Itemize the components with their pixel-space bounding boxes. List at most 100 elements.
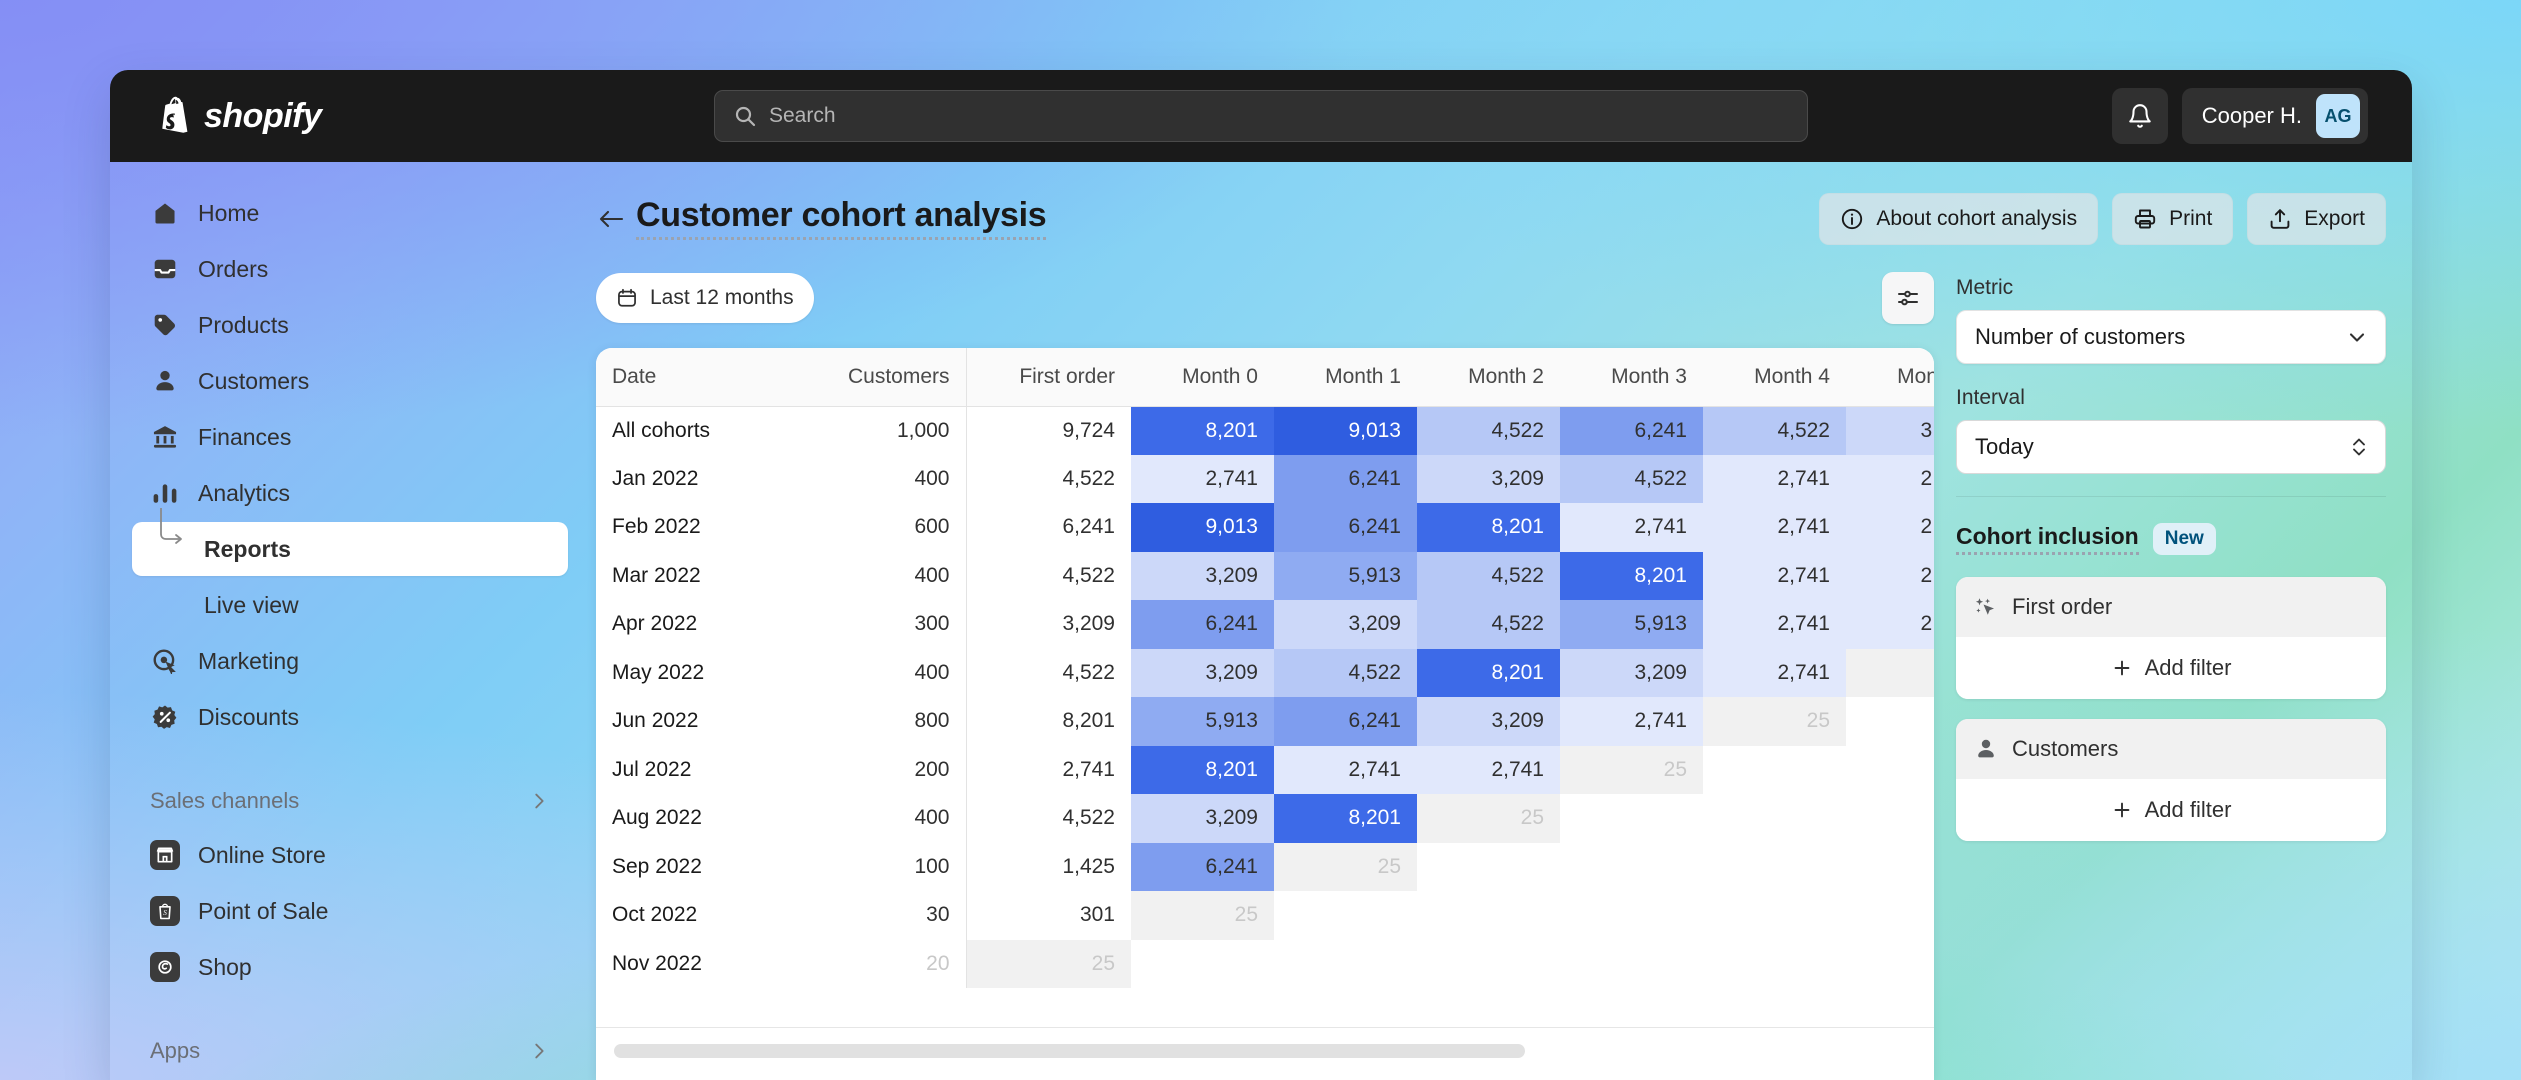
table-row[interactable]: Sep 2022 100 1,425 6,241 25 <box>596 842 1934 892</box>
discount-icon <box>150 702 180 732</box>
sidebar-item-shop[interactable]: Shop <box>132 940 568 994</box>
filter-card-title: Customers <box>2012 736 2119 761</box>
search-input[interactable]: Search <box>714 90 1808 142</box>
table-row[interactable]: Oct 2022 30 301 25 <box>596 891 1934 940</box>
cell-month-0: 6,241 <box>1131 600 1274 649</box>
scrollbar-thumb[interactable] <box>614 1044 1526 1058</box>
sidebar-section-apps[interactable]: Apps <box>132 1024 568 1078</box>
action-label: Export <box>2304 207 2365 230</box>
sidebar-item-products[interactable]: Products <box>132 298 568 352</box>
col-header-month-3[interactable]: Month 3 <box>1560 348 1703 407</box>
sidebar-item-label: Point of Sale <box>198 897 329 924</box>
notifications-button[interactable] <box>2111 88 2168 144</box>
interval-select[interactable]: Today <box>1956 420 2386 474</box>
cell-month-5: 2,741 <box>1846 454 1934 503</box>
back-button[interactable] <box>596 207 636 231</box>
app-body: Home Orders Products Customers Finances … <box>110 162 2412 1080</box>
cell-date: May 2022 <box>596 648 796 697</box>
table-row[interactable]: Apr 2022 300 3,209 6,241 3,209 4,522 5,913 2,74… <box>596 600 1934 649</box>
cohort-table-head: Date Customers First order Month 0 Month… <box>596 348 1934 407</box>
cell-month-0: 8,201 <box>1131 406 1274 455</box>
table-row[interactable]: Jan 2022 400 4,522 2,741 6,241 3,209 4,522 2,74… <box>596 454 1934 503</box>
table-header-row: Date Customers First order Month 0 Month… <box>596 348 1934 407</box>
cell-month-5: 25 <box>1846 648 1934 697</box>
table-row[interactable]: Jun 2022 800 8,201 5,913 6,241 3,209 2,741 25 <box>596 697 1934 746</box>
cell-month-4 <box>1703 940 1846 989</box>
cell-customers: 1,000 <box>796 406 967 455</box>
sidebar-section-label: Sales channels <box>150 788 300 813</box>
cohort-table-body: All cohorts 1,000 9,724 8,201 9,013 4,522 6,24… <box>596 406 1934 988</box>
table-row[interactable]: All cohorts 1,000 9,724 8,201 9,013 4,522 6,24… <box>596 406 1934 455</box>
sidebar-item-reports[interactable]: Reports <box>132 508 568 576</box>
col-header-date[interactable]: Date <box>596 348 796 407</box>
add-filter-button[interactable]: Add filter <box>1956 779 2386 841</box>
person-icon <box>1974 737 1998 761</box>
print-button[interactable]: Print <box>2112 193 2234 245</box>
sidebar-item-finances[interactable]: Finances <box>132 410 568 464</box>
col-header-customers[interactable]: Customers <box>796 348 967 407</box>
cell-month-1 <box>1274 940 1417 989</box>
scrollbar-track[interactable] <box>614 1044 1916 1058</box>
table-row[interactable]: Feb 2022 600 6,241 9,013 6,241 8,201 2,741 2,74… <box>596 503 1934 552</box>
user-menu-button[interactable]: Cooper H. AG <box>2181 88 2368 144</box>
sidebar-item-orders[interactable]: Orders <box>132 242 568 296</box>
col-header-month-4[interactable]: Month 4 <box>1703 348 1846 407</box>
sidebar-item-marketing[interactable]: Marketing <box>132 634 568 688</box>
sidebar-item-label: Finances <box>198 423 292 450</box>
cell-date: Jun 2022 <box>596 697 796 746</box>
sidebar-item-analytics[interactable]: Analytics <box>132 466 568 520</box>
sidebar-item-customers[interactable]: Customers <box>132 354 568 408</box>
table-row[interactable]: Mar 2022 400 4,522 3,209 5,913 4,522 8,201 2,74… <box>596 551 1934 600</box>
col-header-month-1[interactable]: Month 1 <box>1274 348 1417 407</box>
cell-first-order: 1,425 <box>966 842 1131 891</box>
cell-month-5 <box>1846 746 1934 795</box>
home-icon <box>150 198 180 228</box>
cell-first-order: 4,522 <box>966 794 1131 843</box>
cell-customers: 400 <box>796 648 967 697</box>
sidebar-item-label: Online Store <box>198 841 326 868</box>
date-range-filter[interactable]: Last 12 months <box>596 273 814 323</box>
table-row[interactable]: Nov 2022 20 25 <box>596 939 1934 989</box>
export-button[interactable]: Export <box>2247 193 2386 245</box>
cell-first-order: 301 <box>966 891 1131 940</box>
col-header-month-2[interactable]: Month 2 <box>1417 348 1560 407</box>
cell-date: Sep 2022 <box>596 842 796 891</box>
sidebar-item-live-view[interactable]: Live view <box>132 578 568 632</box>
table-settings-button[interactable] <box>1882 272 1934 324</box>
top-bar: shopify Search Cooper H. AG <box>110 70 2412 162</box>
cell-first-order: 6,241 <box>966 503 1131 552</box>
shopify-bag-icon <box>156 95 194 137</box>
sidebar-item-online-store[interactable]: Online Store <box>132 828 568 882</box>
shopify-logo[interactable]: shopify <box>132 95 632 137</box>
shop-icon <box>150 952 180 982</box>
horizontal-scrollbar[interactable] <box>596 1027 1934 1080</box>
sidebar-item-discounts[interactable]: Discounts <box>132 690 568 744</box>
sidebar-item-label: Orders <box>198 255 269 282</box>
cell-customers: 200 <box>796 745 967 794</box>
table-row[interactable]: Jul 2022 200 2,741 8,201 2,741 2,741 25 <box>596 745 1934 795</box>
sidebar-section-sales-channels[interactable]: Sales channels <box>132 774 568 828</box>
cell-first-order: 8,201 <box>966 697 1131 746</box>
cell-month-4 <box>1703 843 1846 892</box>
table-row[interactable]: May 2022 400 4,522 3,209 4,522 8,201 3,209 2,74… <box>596 648 1934 697</box>
add-filter-button[interactable]: Add filter <box>1956 637 2386 699</box>
sidebar-item-home[interactable]: Home <box>132 186 568 240</box>
cell-month-4: 2,741 <box>1703 551 1846 600</box>
table-row[interactable]: Aug 2022 400 4,522 3,209 8,201 25 <box>596 794 1934 843</box>
sidebar-item-label: Discounts <box>198 703 299 730</box>
cell-month-5 <box>1846 697 1934 746</box>
search-icon <box>733 104 757 128</box>
about-cohort-analysis-button[interactable]: About cohort analysis <box>1819 193 2099 245</box>
cell-date: Apr 2022 <box>596 600 796 649</box>
plus-icon <box>2111 799 2133 821</box>
sparkle-cursor-icon <box>1974 595 1998 619</box>
col-header-month-0[interactable]: Month 0 <box>1131 348 1274 407</box>
cohort-table-scroll[interactable]: Date Customers First order Month 0 Month… <box>596 348 1934 1027</box>
cell-month-5 <box>1846 940 1934 989</box>
filter-card-header: Customers <box>1956 719 2386 779</box>
col-header-first-order[interactable]: First order <box>966 348 1131 407</box>
metric-select[interactable]: Number of customers <box>1956 310 2386 364</box>
col-header-month-5[interactable]: Month 5 <box>1846 348 1934 407</box>
cell-month-2 <box>1417 891 1560 940</box>
sidebar-item-point-of-sale[interactable]: S Point of Sale <box>132 884 568 938</box>
